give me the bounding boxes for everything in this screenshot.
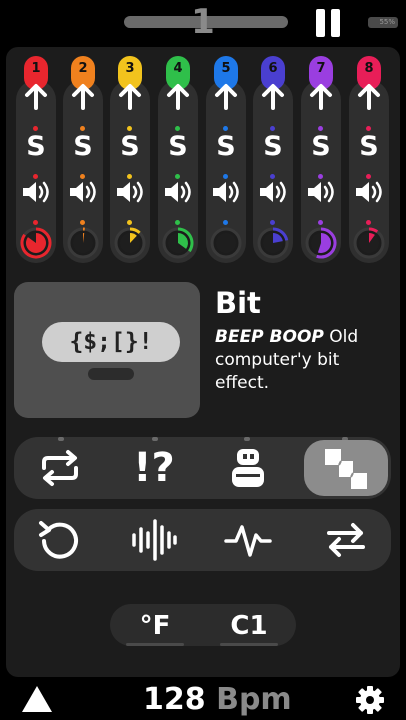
volume-button[interactable] xyxy=(253,178,293,210)
volume-button[interactable] xyxy=(206,178,246,210)
robot-button[interactable] xyxy=(206,440,290,496)
pitch-up-button[interactable] xyxy=(110,82,150,114)
pitch-up-button[interactable] xyxy=(158,82,198,114)
solo-icon: S xyxy=(26,131,46,162)
channel-knob[interactable] xyxy=(257,227,289,263)
volume-button[interactable] xyxy=(301,178,341,210)
settings-button[interactable] xyxy=(355,685,385,719)
knob-dial xyxy=(257,227,289,259)
channel-knob[interactable] xyxy=(210,227,242,263)
surprise-button[interactable]: !? xyxy=(112,440,196,496)
arrow-up-icon xyxy=(262,84,284,110)
channel-knob[interactable] xyxy=(20,227,52,263)
swap-icon xyxy=(327,523,365,557)
restart-icon xyxy=(39,521,78,559)
solo-button[interactable]: S xyxy=(16,132,56,162)
volume-button[interactable] xyxy=(16,178,56,210)
stairs-icon xyxy=(325,449,367,489)
solo-icon: S xyxy=(216,131,236,162)
stairs-button[interactable] xyxy=(304,440,388,496)
effect-description: BEEP BOOP Old computer'y bit effect. xyxy=(215,326,395,395)
solo-button[interactable]: S xyxy=(349,132,389,162)
solo-icon: S xyxy=(120,131,140,162)
knob-dial xyxy=(114,227,146,259)
channel-knob[interactable] xyxy=(114,227,146,263)
effect-preview-bar xyxy=(88,368,134,380)
pause-button[interactable] xyxy=(316,9,342,37)
triangle-icon xyxy=(22,686,52,712)
pitch-up-button[interactable] xyxy=(16,82,56,114)
solo-button[interactable]: S xyxy=(158,132,198,162)
pitch-up-button[interactable] xyxy=(63,82,103,114)
solo-button[interactable]: S xyxy=(110,132,150,162)
solo-icon: S xyxy=(168,131,188,162)
pulse-icon xyxy=(224,525,272,557)
temperature-unit-toggle[interactable]: °F xyxy=(120,608,190,644)
knob-dial xyxy=(20,227,52,259)
solo-button[interactable]: S xyxy=(253,132,293,162)
waveform-button[interactable] xyxy=(112,512,196,568)
knob-dial xyxy=(305,227,337,259)
gear-icon xyxy=(356,686,384,714)
volume-button[interactable] xyxy=(110,178,150,210)
swap-button[interactable] xyxy=(304,512,388,568)
solo-icon: S xyxy=(73,131,93,162)
pitch-up-button[interactable] xyxy=(253,82,293,114)
bpm-unit: Bpm xyxy=(216,682,292,717)
bpm-value: 128 xyxy=(143,682,206,717)
solo-button[interactable]: S xyxy=(63,132,103,162)
solo-icon: S xyxy=(263,131,283,162)
pause-icon xyxy=(316,9,325,37)
battery-indicator: 55% xyxy=(368,17,398,28)
speaker-icon xyxy=(356,181,382,203)
channel-knob[interactable] xyxy=(353,227,385,263)
repeat-icon xyxy=(42,450,78,486)
speaker-icon xyxy=(260,181,286,203)
arrow-up-icon xyxy=(310,84,332,110)
effect-glyph: {$;[}! xyxy=(42,322,180,362)
beat-number: 1 xyxy=(191,2,215,42)
channel-knob[interactable] xyxy=(305,227,337,263)
arrow-up-icon xyxy=(358,84,380,110)
knob-dial xyxy=(67,227,99,259)
pitch-up-button[interactable] xyxy=(206,82,246,114)
speaker-icon xyxy=(213,181,239,203)
volume-button[interactable] xyxy=(349,178,389,210)
solo-icon: S xyxy=(359,131,379,162)
pulse-button[interactable] xyxy=(206,512,290,568)
speaker-icon xyxy=(70,181,96,203)
solo-button[interactable]: S xyxy=(301,132,341,162)
arrow-up-icon xyxy=(119,84,141,110)
speaker-icon xyxy=(117,181,143,203)
arrow-up-icon xyxy=(25,84,47,110)
effect-description-emphasis: BEEP BOOP xyxy=(215,327,324,347)
solo-icon: S xyxy=(311,131,331,162)
speaker-icon xyxy=(165,181,191,203)
metronome-button[interactable] xyxy=(20,684,54,718)
arrow-up-icon xyxy=(215,84,237,110)
restart-button[interactable] xyxy=(18,512,102,568)
exclaim-question-icon: !? xyxy=(133,445,175,491)
waveform-icon xyxy=(132,519,177,561)
knob-dial xyxy=(210,227,242,259)
knob-dial xyxy=(162,227,194,259)
solo-button[interactable]: S xyxy=(206,132,246,162)
channel-knob[interactable] xyxy=(67,227,99,263)
knob-dial xyxy=(353,227,385,259)
pitch-up-button[interactable] xyxy=(301,82,341,114)
volume-button[interactable] xyxy=(63,178,103,210)
pitch-up-button[interactable] xyxy=(349,82,389,114)
speaker-icon xyxy=(308,181,334,203)
arrow-up-icon xyxy=(167,84,189,110)
robot-icon xyxy=(232,449,264,487)
channel-knob[interactable] xyxy=(162,227,194,263)
key-selector[interactable]: C1 xyxy=(214,608,284,644)
volume-button[interactable] xyxy=(158,178,198,210)
effect-title: Bit xyxy=(215,286,261,320)
bpm-display[interactable]: 128 Bpm xyxy=(143,680,292,720)
repeat-button[interactable] xyxy=(18,440,102,496)
speaker-icon xyxy=(23,181,49,203)
arrow-up-icon xyxy=(72,84,94,110)
